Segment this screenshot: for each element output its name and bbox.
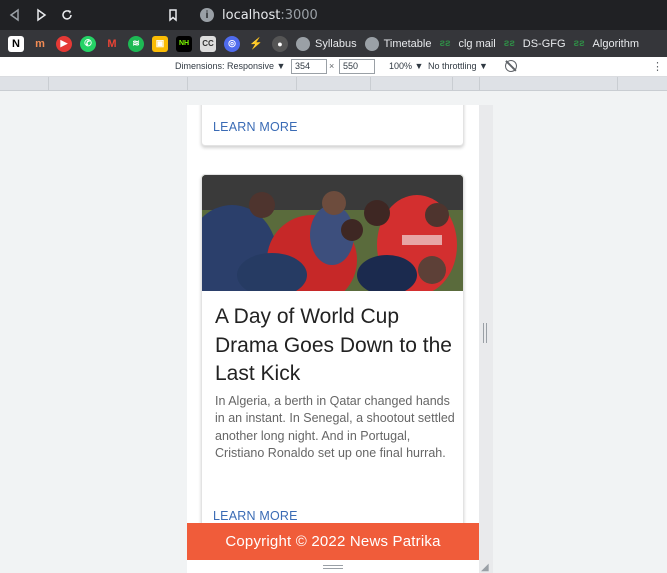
news-image — [202, 175, 463, 291]
whatsapp-icon[interactable]: ✆ — [80, 35, 96, 52]
more-options-icon[interactable]: ⋮ — [652, 60, 663, 73]
cc-icon[interactable]: CC — [200, 35, 216, 52]
device-toolbar: Dimensions: Responsive ▼ 354 × 550 100% … — [0, 57, 667, 77]
throttling-dropdown[interactable]: No throttling ▼ — [428, 61, 488, 71]
youtube-icon[interactable]: ▶ — [56, 35, 72, 52]
globe-icon — [364, 36, 379, 51]
news-card: LEARN MORE — [201, 105, 464, 146]
gfg-icon: ƨƨ — [573, 37, 585, 49]
media-query-bar — [0, 77, 667, 91]
spotify-icon[interactable]: ≋ — [128, 35, 144, 52]
circle-icon[interactable]: ◎ — [224, 35, 240, 52]
bookmark-timetable[interactable]: Timetable — [364, 36, 431, 51]
bookmark-clg-mail[interactable]: ƨƨ clg mail — [439, 38, 495, 50]
nh-icon[interactable]: NH — [176, 35, 192, 52]
zoom-dropdown[interactable]: 100% ▼ — [389, 61, 423, 71]
bookmark-ds-gfg[interactable]: ƨƨ DS-GFG — [504, 38, 566, 50]
learn-more-link[interactable]: LEARN MORE — [213, 120, 298, 134]
reload-icon[interactable] — [54, 2, 80, 28]
site-info-icon[interactable]: i — [200, 8, 214, 22]
height-input[interactable]: 550 — [339, 59, 375, 74]
forward-icon[interactable] — [28, 2, 54, 28]
page-viewport: LEARN MORE A Day of World Cup Drama Goes… — [187, 105, 479, 573]
dimensions-dropdown[interactable]: Dimensions: Responsive ▼ — [175, 61, 285, 71]
back-icon[interactable] — [2, 2, 28, 28]
width-input[interactable]: 354 — [291, 59, 327, 74]
bookmark-syllabus[interactable]: Syllabus — [296, 36, 357, 51]
times-symbol: × — [329, 61, 335, 71]
bookmark-algorithm[interactable]: ƨƨ Algorithm — [574, 38, 639, 50]
notion-icon[interactable]: N — [8, 35, 24, 52]
m-icon[interactable]: m — [32, 36, 48, 52]
footer-text: Copyright © 2022 News Patrika — [225, 533, 441, 550]
footer: Copyright © 2022 News Patrika — [187, 523, 479, 560]
photos-icon[interactable]: ▣ — [152, 35, 168, 52]
learn-more-link[interactable]: LEARN MORE — [213, 509, 298, 523]
card-title: A Day of World Cup Drama Goes Down to th… — [215, 305, 452, 385]
bookmark-icon[interactable] — [160, 2, 186, 28]
url-text: localhost:3000 — [222, 7, 318, 23]
rotate-icon[interactable] — [505, 60, 517, 72]
resize-handle-right[interactable] — [483, 323, 487, 343]
resize-corner-icon[interactable]: ◢ — [481, 562, 489, 573]
browser-toolbar: i localhost:3000 — [0, 0, 667, 30]
gfg-icon: ƨƨ — [503, 37, 515, 49]
address-bar[interactable]: i localhost:3000 — [194, 3, 667, 27]
news-card: A Day of World Cup Drama Goes Down to th… — [201, 174, 464, 534]
github-icon[interactable]: ● — [272, 35, 288, 52]
lightning-icon[interactable]: ⚡ — [248, 36, 264, 52]
resize-handle-bottom[interactable] — [323, 565, 343, 569]
gfg-icon: ƨƨ — [439, 37, 451, 49]
globe-icon — [296, 36, 310, 51]
card-description: In Algeria, a berth in Qatar changed han… — [215, 394, 455, 461]
bookmarks-bar: N m ▶ ✆ M ≋ ▣ NH CC ◎ ⚡ ● Syllabus Timet… — [0, 30, 667, 57]
gmail-icon[interactable]: M — [104, 36, 120, 52]
